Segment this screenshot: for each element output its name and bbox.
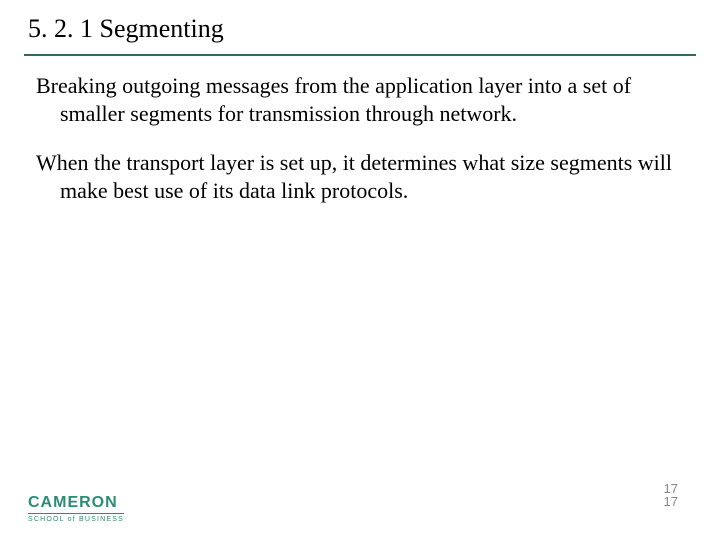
paragraph-1: Breaking outgoing messages from the appl… xyxy=(36,72,684,127)
paragraph-2: When the transport layer is set up, it d… xyxy=(36,149,684,204)
page-number-b: 17 xyxy=(664,495,678,508)
logo-text-bottom: SCHOOL of BUSINESS xyxy=(28,513,124,523)
cameron-logo: CAMERON SCHOOL of BUSINESS xyxy=(28,495,124,523)
slide-footer: CAMERON SCHOOL of BUSINESS 17 17 xyxy=(0,495,720,526)
slide-body: Breaking outgoing messages from the appl… xyxy=(24,72,696,204)
slide-title: 5. 2. 1 Segmenting xyxy=(24,14,696,44)
page-number: 17 17 xyxy=(664,482,678,508)
title-divider xyxy=(24,54,696,56)
logo-text-top: CAMERON xyxy=(28,495,124,511)
